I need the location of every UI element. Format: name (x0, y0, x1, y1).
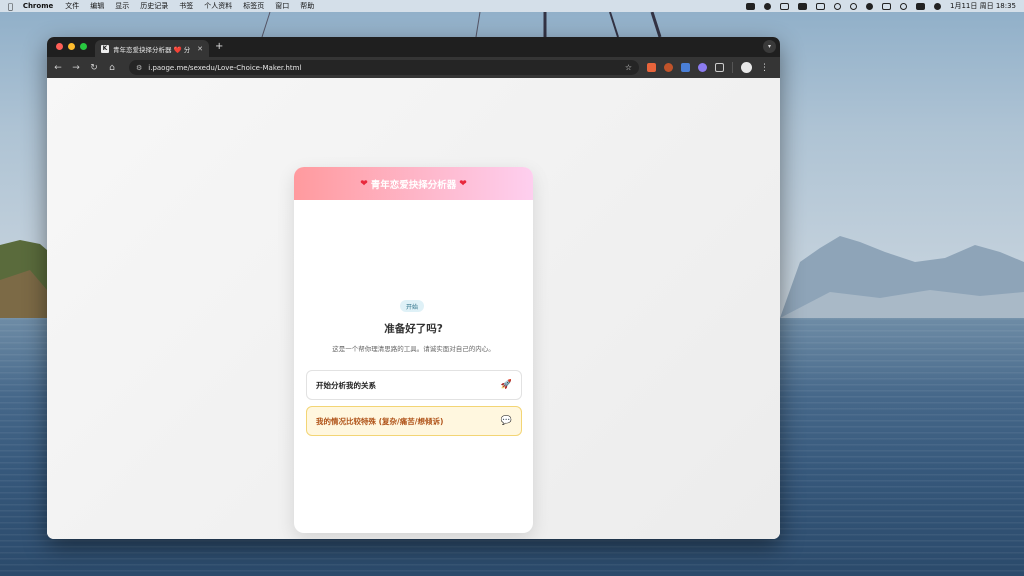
menu-bookmarks[interactable]: 书签 (179, 1, 193, 11)
menu-profiles[interactable]: 个人资料 (204, 1, 232, 11)
new-tab-icon[interactable]: + (215, 41, 223, 52)
question-subtitle: 这是一个帮你理清思路的工具。请诚实面对自己的内心。 (332, 345, 495, 353)
heart-icon: ❤ (459, 178, 467, 189)
wechat-icon[interactable] (764, 2, 772, 10)
app-title: 青年恋爱抉择分析器 (370, 179, 457, 191)
extension-icon-2[interactable] (664, 63, 673, 72)
control-center-icon[interactable] (866, 2, 874, 10)
special-situation-button[interactable]: 我的情况比较特殊 (复杂/痛苦/想倾诉) 💬 (306, 406, 522, 436)
site-info-icon[interactable]: ⚙ (136, 64, 142, 72)
apple-menu-icon[interactable]:  (8, 2, 13, 11)
display-icon[interactable] (882, 2, 892, 10)
app-card: ❤ 青年恋爱抉择分析器 ❤ 开始 准备好了吗? 这是一个帮你理清思路的工具。请诚… (294, 167, 533, 533)
extension-icon-3[interactable] (681, 63, 690, 72)
menu-file[interactable]: 文件 (65, 1, 79, 11)
app-header: ❤ 青年恋爱抉择分析器 ❤ (294, 167, 533, 200)
menu-history[interactable]: 历史记录 (140, 1, 168, 11)
back-icon[interactable]: ← (53, 63, 63, 73)
siri-icon[interactable] (934, 2, 942, 10)
step-badge: 开始 (400, 300, 425, 312)
bluetooth-icon[interactable] (900, 2, 908, 10)
menu-edit[interactable]: 编辑 (90, 1, 104, 11)
tab-search-chevron-icon[interactable]: ▾ (763, 40, 776, 53)
menu-tabs[interactable]: 标签页 (243, 1, 264, 11)
forward-icon[interactable]: → (71, 63, 81, 73)
profile-avatar-icon[interactable] (741, 62, 752, 73)
menu-help[interactable]: 帮助 (300, 1, 314, 11)
keyboard-icon[interactable] (798, 2, 808, 10)
wifi-icon[interactable] (834, 2, 842, 10)
speech-bubble-icon: 💬 (500, 416, 512, 426)
menu-app-name[interactable]: Chrome (23, 2, 53, 10)
toolbar-divider (732, 62, 733, 73)
page-viewport: ❤ 青年恋爱抉择分析器 ❤ 开始 准备好了吗? 这是一个帮你理清思路的工具。请诚… (47, 78, 780, 539)
close-window-button[interactable] (56, 43, 63, 50)
menu-window[interactable]: 窗口 (275, 1, 289, 11)
macos-menu-bar:  Chrome 文件 编辑 显示 历史记录 书签 个人资料 标签页 窗口 帮助… (0, 0, 1024, 12)
browser-window: K 青年恋爱抉择分析器 ❤️ 分 ✕ + ▾ ← → ↻ ⌂ ⚙ i.paoge… (47, 37, 780, 539)
extension-icon-4[interactable] (698, 63, 707, 72)
toggle-icon[interactable] (916, 2, 926, 10)
start-analysis-button[interactable]: 开始分析我的关系 🚀 (306, 370, 522, 400)
rocket-icon: 🚀 (500, 380, 512, 390)
boat-icon[interactable] (780, 2, 790, 10)
option-label: 开始分析我的关系 (316, 380, 376, 390)
extensions-puzzle-icon[interactable] (715, 63, 724, 72)
tab-close-icon[interactable]: ✕ (197, 45, 203, 53)
tab-favicon: K (101, 44, 109, 53)
home-icon[interactable]: ⌂ (107, 63, 117, 73)
question-title: 准备好了吗? (384, 323, 443, 335)
minimize-window-button[interactable] (68, 43, 75, 50)
option-label: 我的情况比较特殊 (复杂/痛苦/想倾诉) (316, 416, 444, 426)
battery-icon[interactable] (816, 2, 826, 10)
menu-view[interactable]: 显示 (115, 1, 129, 11)
cloud-icon[interactable] (746, 2, 756, 10)
menubar-clock[interactable]: 1月11日 周日 18:35 (950, 1, 1016, 11)
bookmark-star-icon[interactable]: ☆ (625, 63, 632, 72)
menubar-status-area: 1月11日 周日 18:35 (746, 1, 1016, 11)
tab-active[interactable]: K 青年恋爱抉择分析器 ❤️ 分 ✕ (95, 40, 209, 57)
browser-menu-icon[interactable]: ⋮ (760, 63, 769, 73)
tab-strip: K 青年恋爱抉择分析器 ❤️ 分 ✕ + ▾ (47, 37, 780, 57)
address-bar[interactable]: ⚙ i.paoge.me/sexedu/Love-Choice-Maker.ht… (129, 60, 639, 75)
search-icon[interactable] (850, 2, 858, 10)
extension-icon-1[interactable] (647, 63, 656, 72)
reload-icon[interactable]: ↻ (89, 63, 99, 73)
browser-toolbar: ← → ↻ ⌂ ⚙ i.paoge.me/sexedu/Love-Choice-… (47, 57, 780, 78)
heart-icon: ❤ (360, 178, 368, 189)
zoom-window-button[interactable] (80, 43, 87, 50)
window-controls (56, 43, 87, 50)
address-url[interactable]: i.paoge.me/sexedu/Love-Choice-Maker.html (148, 64, 619, 72)
tab-title: 青年恋爱抉择分析器 ❤️ 分 (113, 45, 191, 54)
